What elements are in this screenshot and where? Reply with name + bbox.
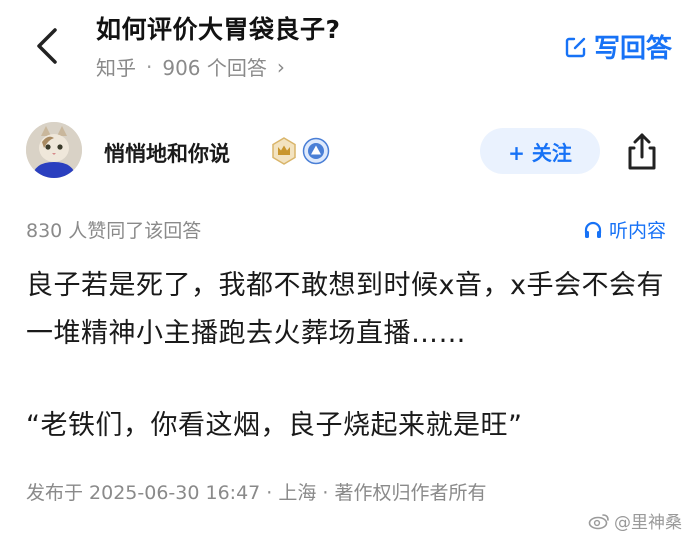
follow-label: + 关注: [508, 140, 572, 165]
like-count: 830 人赞同了该回答: [26, 220, 202, 242]
answer-count: 906 个回答: [162, 56, 267, 80]
answer-paragraph: 良子若是死了，我都不敢想到时候x音，x手会不会有一堆精神小主播跑去火葬场直播……: [26, 270, 664, 349]
follow-button[interactable]: + 关注: [480, 128, 600, 174]
question-meta[interactable]: 知乎 · 906 个回答 ›: [96, 52, 285, 81]
headphones-icon: [584, 221, 602, 238]
weibo-icon: [588, 513, 609, 529]
question-header: 如何评价大胃袋良子? 知乎 · 906 个回答 › 写回答: [0, 0, 690, 100]
chevron-right-icon: ›: [276, 54, 285, 79]
listen-button[interactable]: 听内容: [583, 216, 666, 243]
source-label: 知乎: [96, 56, 136, 80]
answer-content: 良子若是死了，我都不敢想到时候x音，x手会不会有一堆精神小主播跑去火葬场直播………: [26, 262, 666, 450]
answer-page: 如何评价大胃袋良子? 知乎 · 906 个回答 › 写回答 悄悄地和你说 + 关…: [0, 0, 690, 536]
write-answer-label: 写回答: [593, 34, 672, 64]
listen-label: 听内容: [608, 220, 666, 242]
post-meta: 发布于 2025-06-30 16:47 · 上海 · 著作权归作者所有: [26, 482, 487, 504]
write-answer-button[interactable]: 写回答: [564, 28, 672, 65]
back-arrow-icon: [37, 28, 57, 64]
question-title[interactable]: 如何评价大胃袋良子?: [96, 10, 341, 46]
author-name[interactable]: 悄悄地和你说: [104, 138, 230, 168]
back-button[interactable]: [28, 24, 68, 68]
edit-icon: [565, 37, 586, 57]
watermark-text: @里神桑: [614, 513, 682, 533]
share-icon: [628, 133, 656, 170]
meta-separator: ·: [146, 54, 153, 79]
avatar[interactable]: [26, 122, 82, 178]
crown-badge-icon[interactable]: [270, 137, 298, 165]
watermark: @里神桑: [588, 508, 682, 533]
answer-paragraph: “老铁们，你看这烟，良子烧起来就是旺”: [26, 410, 523, 441]
verified-badge-icon[interactable]: [302, 137, 330, 165]
author-row: 悄悄地和你说 + 关注: [0, 122, 690, 186]
cat-avatar-image: [26, 122, 82, 178]
share-button[interactable]: [620, 130, 664, 174]
